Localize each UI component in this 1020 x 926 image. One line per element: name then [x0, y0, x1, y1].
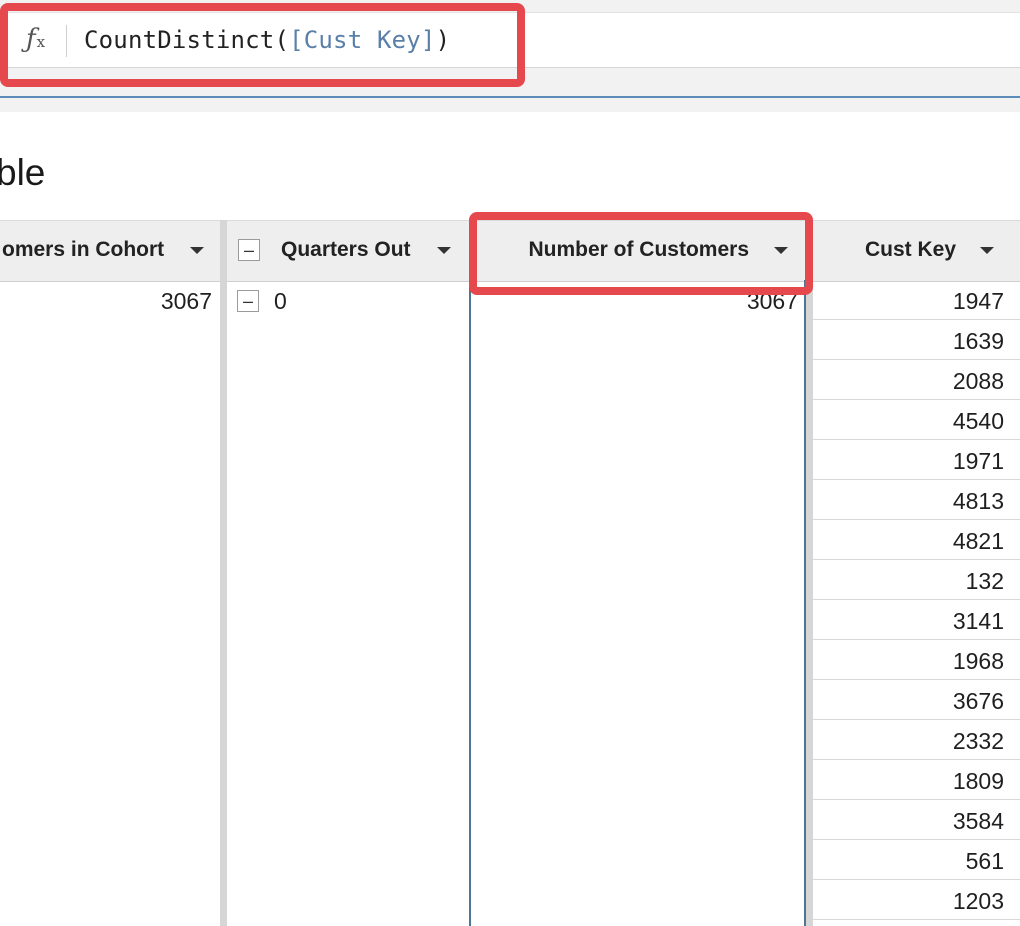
selected-column[interactable]: [469, 280, 806, 926]
column-header-quarters-out[interactable]: – Quarters Out: [227, 220, 469, 280]
cell-cust-key[interactable]: 4540: [953, 408, 1004, 435]
caret-down-icon[interactable]: [436, 246, 451, 254]
formula-close-paren: ): [435, 26, 451, 54]
table-row[interactable]: 3141: [813, 600, 1020, 640]
column-header-label: Number of Customers: [528, 238, 749, 261]
column-header-number-of-customers[interactable]: Number of Customers: [469, 220, 806, 280]
cell-quarters-out[interactable]: 0: [274, 288, 287, 315]
fx-sub-glyph: x: [36, 33, 46, 51]
table-row[interactable]: 3584: [813, 800, 1020, 840]
cell-cust-key[interactable]: 3141: [953, 608, 1004, 635]
formula-column-ref[interactable]: [Cust Key]: [289, 26, 436, 54]
caret-down-icon[interactable]: [980, 246, 994, 254]
cell-cust-key[interactable]: 2332: [953, 728, 1004, 755]
collapse-icon[interactable]: –: [238, 239, 260, 261]
table-row[interactable]: 1947: [813, 280, 1020, 320]
formula-function: CountDistinct(: [84, 26, 290, 54]
cell-cust-key[interactable]: 3676: [953, 688, 1004, 715]
table-row[interactable]: 4540: [813, 400, 1020, 440]
formula-bar-underline: [0, 96, 1020, 98]
cell-cust-key[interactable]: 1971: [953, 448, 1004, 475]
cell-cust-key[interactable]: 1809: [953, 768, 1004, 795]
cell-cust-key[interactable]: 2088: [953, 368, 1004, 395]
cell-number-of-customers[interactable]: 3067: [747, 288, 798, 315]
table-row[interactable]: 1971: [813, 440, 1020, 480]
column-divider[interactable]: [806, 220, 813, 926]
table-row[interactable]: 4821: [813, 520, 1020, 560]
row-collapse-icon[interactable]: –: [237, 290, 259, 312]
column-header-label: omers in Cohort: [2, 238, 165, 261]
table-row[interactable]: 1639: [813, 320, 1020, 360]
table-row[interactable]: 1203: [813, 880, 1020, 920]
table-row[interactable]: 561: [813, 840, 1020, 880]
cell-cust-key[interactable]: 1203: [953, 888, 1004, 915]
formula-separator: [66, 25, 67, 57]
table-row[interactable]: 3676: [813, 680, 1020, 720]
function-icon[interactable]: ƒx: [26, 24, 45, 54]
table-row[interactable]: 2088: [813, 360, 1020, 400]
cell-cust-key[interactable]: 4821: [953, 528, 1004, 555]
formula-text[interactable]: CountDistinct([Cust Key]): [84, 26, 450, 54]
table-row[interactable]: 1968: [813, 640, 1020, 680]
cell-cust-key[interactable]: 132: [966, 568, 1004, 595]
table-title: ble: [0, 152, 46, 193]
table-row[interactable]: 4813: [813, 480, 1020, 520]
column-header-label: Cust Key: [864, 238, 956, 261]
column-divider[interactable]: [220, 220, 227, 926]
cell-cust-key[interactable]: 1968: [953, 648, 1004, 675]
cell-cust-key[interactable]: 4813: [953, 488, 1004, 515]
fx-glyph: ƒ: [26, 24, 36, 54]
column-header-customers-in-cohort[interactable]: omers in Cohort: [0, 220, 220, 280]
caret-down-icon[interactable]: [774, 246, 788, 254]
column-header-cust-key[interactable]: Cust Key: [813, 220, 1020, 280]
cell-cust-key[interactable]: 561: [966, 848, 1004, 875]
table-row[interactable]: 1809: [813, 760, 1020, 800]
table-row[interactable]: 132: [813, 560, 1020, 600]
cell-cust-key[interactable]: 1639: [953, 328, 1004, 355]
cell-cust-key[interactable]: 3584: [953, 808, 1004, 835]
cell-customers-in-cohort[interactable]: 3067: [161, 288, 212, 315]
column-header-label: Quarters Out: [281, 238, 411, 261]
cell-cust-key[interactable]: 1947: [953, 288, 1004, 315]
table-row[interactable]: 2332: [813, 720, 1020, 760]
caret-down-icon[interactable]: [190, 246, 205, 254]
